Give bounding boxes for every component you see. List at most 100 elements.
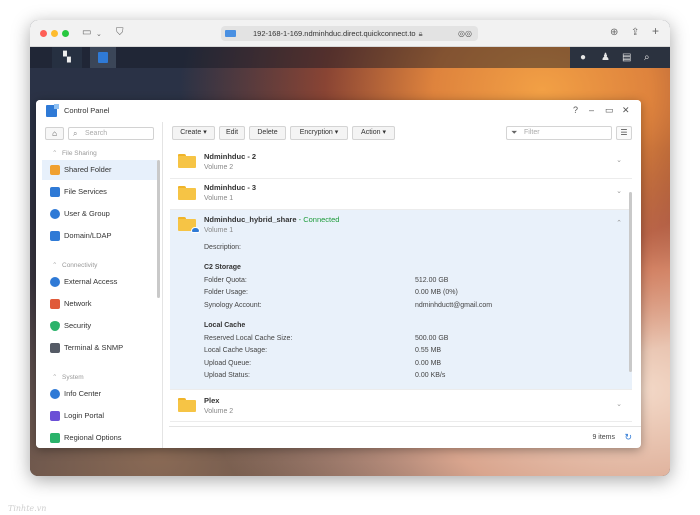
sidebar-item-domain-ldap[interactable]: Domain/LDAP [42, 226, 157, 246]
control-panel-header: Control Panel ? – ▭ ✕ [36, 100, 641, 122]
share-icon[interactable]: ⇪ [631, 27, 639, 39]
detail-value: 0.00 KB/s [415, 372, 446, 379]
caret-down-icon: ▾ [334, 129, 339, 136]
folder-volume: Volume 2 [204, 164, 234, 171]
network-icon [50, 299, 60, 309]
create-button[interactable]: Create ▾ [172, 126, 215, 140]
folder-row-expanded[interactable]: Ndminhduc_hybrid_share - Connected Volum… [170, 210, 632, 390]
list-scrollbar[interactable] [629, 192, 632, 372]
search-placeholder: Search [85, 130, 108, 137]
chevron-up-icon: ⌃ [52, 150, 58, 157]
address-bar[interactable]: 192-168-1-169.ndminhduc.direct.quickconn… [221, 26, 478, 41]
external-access-icon [50, 277, 60, 287]
control-panel-icon [98, 52, 108, 63]
download-icon[interactable]: ⊕ [610, 27, 618, 39]
sidebar-item-regional-options[interactable]: Regional Options [42, 428, 157, 448]
sidebar-item-shared-folder[interactable]: Shared Folder [42, 160, 157, 180]
regional-options-icon [50, 433, 60, 443]
view-options-button[interactable]: ☰ [616, 126, 632, 140]
user-group-icon [50, 209, 60, 219]
widgets-icon[interactable]: ▤ [622, 52, 631, 63]
section-connectivity[interactable]: ⌃ Connectivity [52, 261, 97, 269]
minimize-icon[interactable]: – [589, 105, 594, 115]
detail-label: Folder Usage: [204, 289, 248, 296]
detail-value: 0.55 MB [415, 347, 442, 354]
reader-icon[interactable]: ◎◎ [458, 26, 472, 41]
section-system[interactable]: ⌃ System [52, 373, 84, 381]
sidebar-item-login-portal[interactable]: Login Portal [42, 406, 157, 426]
delete-button[interactable]: Delete [249, 126, 286, 140]
action-button[interactable]: Action ▾ [352, 126, 395, 140]
control-panel-window: Control Panel ? – ▭ ✕ ⌂ ⌕ Search ⌃ File S… [36, 100, 641, 448]
site-badge-icon [225, 30, 236, 37]
folder-volume: Volume 1 [204, 195, 234, 202]
taskbar-control-panel[interactable] [90, 47, 116, 68]
sidebar-item-network[interactable]: Network [42, 294, 157, 314]
chevron-down-icon[interactable]: ⌄ [616, 400, 622, 408]
maximize-icon[interactable]: ▭ [605, 105, 614, 115]
control-panel-icon [46, 104, 59, 117]
folder-name: Ndminhduc_hybrid_share - Connected [204, 215, 340, 224]
detail-label: Upload Queue: [204, 360, 252, 367]
login-portal-icon [50, 411, 60, 421]
chevron-down-icon[interactable]: ⌄ [96, 29, 102, 41]
user-icon[interactable]: ♟ [601, 52, 610, 63]
section-file-sharing[interactable]: ⌃ File Sharing [52, 149, 97, 157]
sidebar-toggle-icon[interactable]: ▭ [82, 27, 91, 39]
status-bar: 9 items ↻ [169, 426, 641, 448]
sidebar-item-terminal-snmp[interactable]: Terminal & SNMP [42, 338, 157, 358]
close-window-button[interactable] [40, 30, 47, 37]
folder-row[interactable]: Plex Volume 2 ⌄ [170, 390, 632, 422]
file-services-icon [50, 187, 60, 197]
sidebar-item-user-group[interactable]: User & Group [42, 204, 157, 224]
description-label: Description: [204, 244, 241, 251]
search-icon: ⌕ [73, 129, 78, 138]
sidebar-item-file-services[interactable]: File Services [42, 182, 157, 202]
sidebar-scrollbar[interactable] [157, 160, 160, 298]
search-icon[interactable]: ⌕ [644, 52, 650, 63]
folder-row[interactable]: Ndminhduc - 3 Volume 1 ⌄ [170, 179, 632, 210]
close-icon[interactable]: ✕ [622, 105, 630, 115]
shield-icon[interactable]: ⛉ [116, 27, 124, 39]
minimize-window-button[interactable] [51, 30, 58, 37]
edit-button[interactable]: Edit [219, 126, 245, 140]
dsm-taskbar: ▚ ● ♟ ▤ ⌕ [30, 47, 670, 68]
refresh-icon[interactable]: ↻ [624, 432, 632, 443]
filter-input[interactable]: ⏷ Filter [506, 126, 612, 140]
sidebar-item-external-access[interactable]: External Access [42, 272, 157, 292]
home-button[interactable]: ⌂ [45, 127, 64, 140]
sidebar-item-security[interactable]: Security [42, 316, 157, 336]
folder-name: Plex [204, 396, 220, 405]
lock-icon: 🔒︎ [418, 29, 423, 38]
encryption-button[interactable]: Encryption ▾ [290, 126, 348, 140]
dsm-desktop: ▚ ● ♟ ▤ ⌕ Control Panel ? – ▭ ✕ ⌂ ⌕ Sear… [30, 47, 670, 476]
folder-name: Ndminhduc - 3 [204, 183, 257, 192]
hybrid-folder-icon [178, 217, 200, 233]
help-icon[interactable]: ? [573, 105, 578, 115]
sidebar-search-input[interactable]: ⌕ Search [68, 127, 154, 140]
chevron-up-icon: ⌃ [52, 262, 58, 269]
browser-titlebar: ▭ ⌄ ⛉ 192-168-1-169.ndminhduc.direct.qui… [30, 20, 670, 47]
watermark: Tinhte.vn [8, 504, 47, 513]
caret-down-icon: ▾ [203, 129, 207, 136]
new-tab-icon[interactable]: + [652, 25, 659, 37]
local-cache-heading: Local Cache [204, 322, 246, 329]
folder-volume: Volume 1 [204, 227, 234, 234]
chat-icon[interactable]: ● [580, 52, 586, 63]
folder-row[interactable]: Ndminhduc - 2 Volume 2 ⌄ [170, 147, 632, 179]
sidebar-item-info-center[interactable]: Info Center [42, 384, 157, 404]
sidebar: ⌂ ⌕ Search ⌃ File Sharing Shared Folder F… [36, 122, 163, 448]
folder-name: Ndminhduc - 2 [204, 152, 257, 161]
shared-folder-list: Ndminhduc - 2 Volume 2 ⌄ Ndminhduc - 3 V… [170, 147, 636, 424]
folder-icon [178, 398, 196, 412]
chevron-down-icon[interactable]: ⌄ [616, 187, 622, 195]
window-title: Control Panel [64, 106, 110, 115]
chevron-down-icon[interactable]: ⌄ [616, 156, 622, 164]
home-icon: ⌂ [52, 129, 57, 138]
zoom-window-button[interactable] [62, 30, 69, 37]
chevron-up-icon[interactable]: ⌃ [616, 219, 622, 227]
toolbar: Create ▾ Edit Delete Encryption ▾ Action… [169, 126, 639, 142]
detail-label: Synology Account: [204, 302, 262, 309]
folder-icon [178, 186, 196, 200]
main-menu-icon[interactable]: ▚ [52, 47, 82, 68]
